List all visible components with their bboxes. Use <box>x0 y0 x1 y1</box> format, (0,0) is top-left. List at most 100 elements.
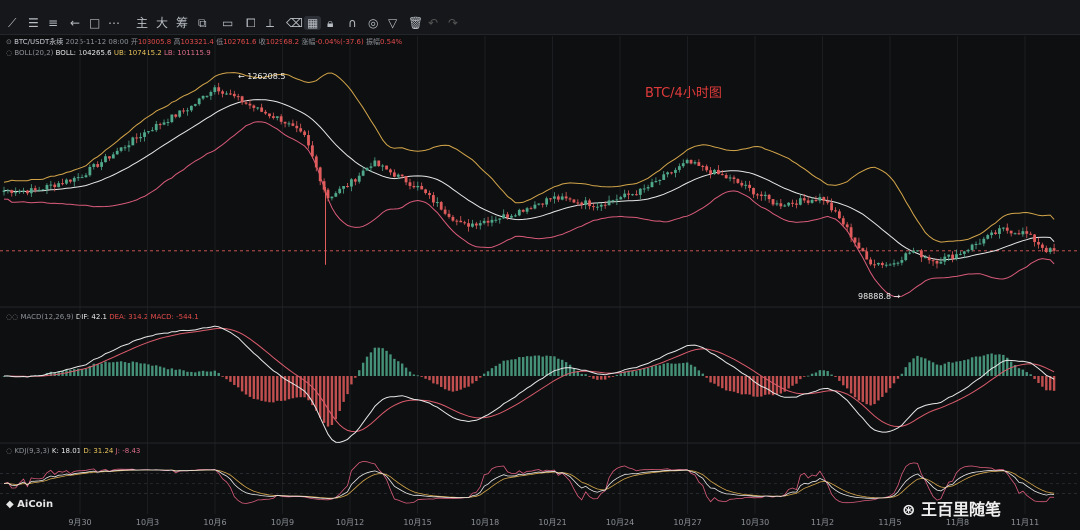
macd-bar <box>1045 376 1048 391</box>
candle-body <box>158 124 162 126</box>
candle-body <box>229 93 232 95</box>
candle-body <box>221 91 225 94</box>
candle-body <box>147 131 150 133</box>
candle-body <box>502 214 506 219</box>
macd-bar <box>892 376 896 384</box>
candle-body <box>232 93 236 97</box>
candle-body <box>338 188 342 194</box>
macd-bar <box>174 369 177 376</box>
candle-body <box>970 244 974 250</box>
candle-body <box>447 213 451 217</box>
macd-bar <box>924 358 927 376</box>
macd-bar <box>229 376 232 382</box>
macd-bar <box>541 356 544 376</box>
candle-body <box>400 174 404 177</box>
macd-bar <box>896 376 900 379</box>
macd-bar <box>553 356 556 376</box>
chart-canvas[interactable] <box>0 0 1080 514</box>
candle-body <box>736 179 740 183</box>
candle-body <box>880 262 884 266</box>
macd-bar <box>584 374 587 376</box>
macd-bar <box>740 376 743 395</box>
candle-body <box>779 203 783 207</box>
candle-body <box>299 128 303 132</box>
macd-bar <box>791 376 794 386</box>
macd-bar <box>721 376 724 389</box>
candle-body <box>896 262 900 264</box>
macd-bar <box>537 355 541 376</box>
candle-body <box>127 145 131 148</box>
macd-bar <box>135 362 138 376</box>
x-tick-label: 11月5 <box>878 518 902 527</box>
macd-bar <box>264 376 267 402</box>
macd-bar <box>299 376 302 398</box>
macd-bar <box>935 364 939 376</box>
x-tick-label: 10月3 <box>135 518 160 527</box>
candle-body <box>517 209 521 216</box>
candle-body <box>580 202 584 205</box>
macd-bar <box>326 376 330 427</box>
candle-body <box>541 203 545 205</box>
macd-bar <box>155 365 158 376</box>
candle-body <box>482 220 486 224</box>
macd-bar <box>803 376 806 377</box>
candle-body <box>830 202 833 211</box>
boll-upper-line <box>3 72 1055 243</box>
candle-body <box>37 189 41 191</box>
macd-bar <box>381 348 384 376</box>
macd-bar <box>490 368 494 376</box>
candle-body <box>974 243 978 245</box>
candle-body <box>307 135 310 146</box>
macd-bar <box>463 376 466 388</box>
x-tick-label: 10月6 <box>203 518 227 527</box>
candle-body <box>802 198 806 201</box>
candle-body <box>100 162 103 167</box>
candle-body <box>162 122 166 125</box>
macd-bar <box>104 361 107 376</box>
macd-bar <box>951 362 954 376</box>
macd-bar <box>697 370 701 376</box>
macd-bar <box>557 358 560 376</box>
macd-bar <box>412 374 416 376</box>
candle-body <box>68 179 72 182</box>
macd-bar <box>482 373 486 376</box>
macd-bar <box>842 376 845 386</box>
candle-body <box>935 260 939 264</box>
macd-bar <box>440 376 443 387</box>
candle-body <box>666 172 670 175</box>
macd-bar <box>701 373 704 376</box>
candle-body <box>205 95 209 97</box>
macd-bar <box>256 376 259 400</box>
macd-bar <box>916 355 919 376</box>
candle-body <box>236 96 240 98</box>
logo-icon: ◆ <box>6 499 18 510</box>
macd-bar <box>147 364 150 376</box>
candle-body <box>111 154 115 159</box>
macd-bar <box>287 376 291 400</box>
macd-bar <box>752 376 755 397</box>
macd-bar <box>240 376 244 392</box>
candle-body <box>197 98 201 105</box>
macd-bar <box>947 361 950 376</box>
candle-body <box>396 174 400 177</box>
kdj-k-line <box>3 469 1055 500</box>
candle-body <box>174 114 178 117</box>
candle-body <box>455 220 459 222</box>
macd-bar <box>248 376 252 397</box>
candle-body <box>990 232 994 236</box>
candle-body <box>10 190 14 194</box>
candle-body <box>677 166 681 170</box>
macd-bar <box>182 370 185 376</box>
candle-body <box>962 251 966 254</box>
macd-bar <box>580 373 583 376</box>
macd-bar <box>787 376 790 389</box>
macd-bar <box>931 362 935 376</box>
macd-bar <box>846 376 849 389</box>
macd-bar <box>518 357 521 376</box>
macd-bar <box>885 376 888 393</box>
candle-body <box>959 253 962 255</box>
candle-body <box>135 137 139 139</box>
macd-bar <box>756 376 759 397</box>
candle-body <box>537 203 541 205</box>
macd-bar <box>799 376 802 380</box>
